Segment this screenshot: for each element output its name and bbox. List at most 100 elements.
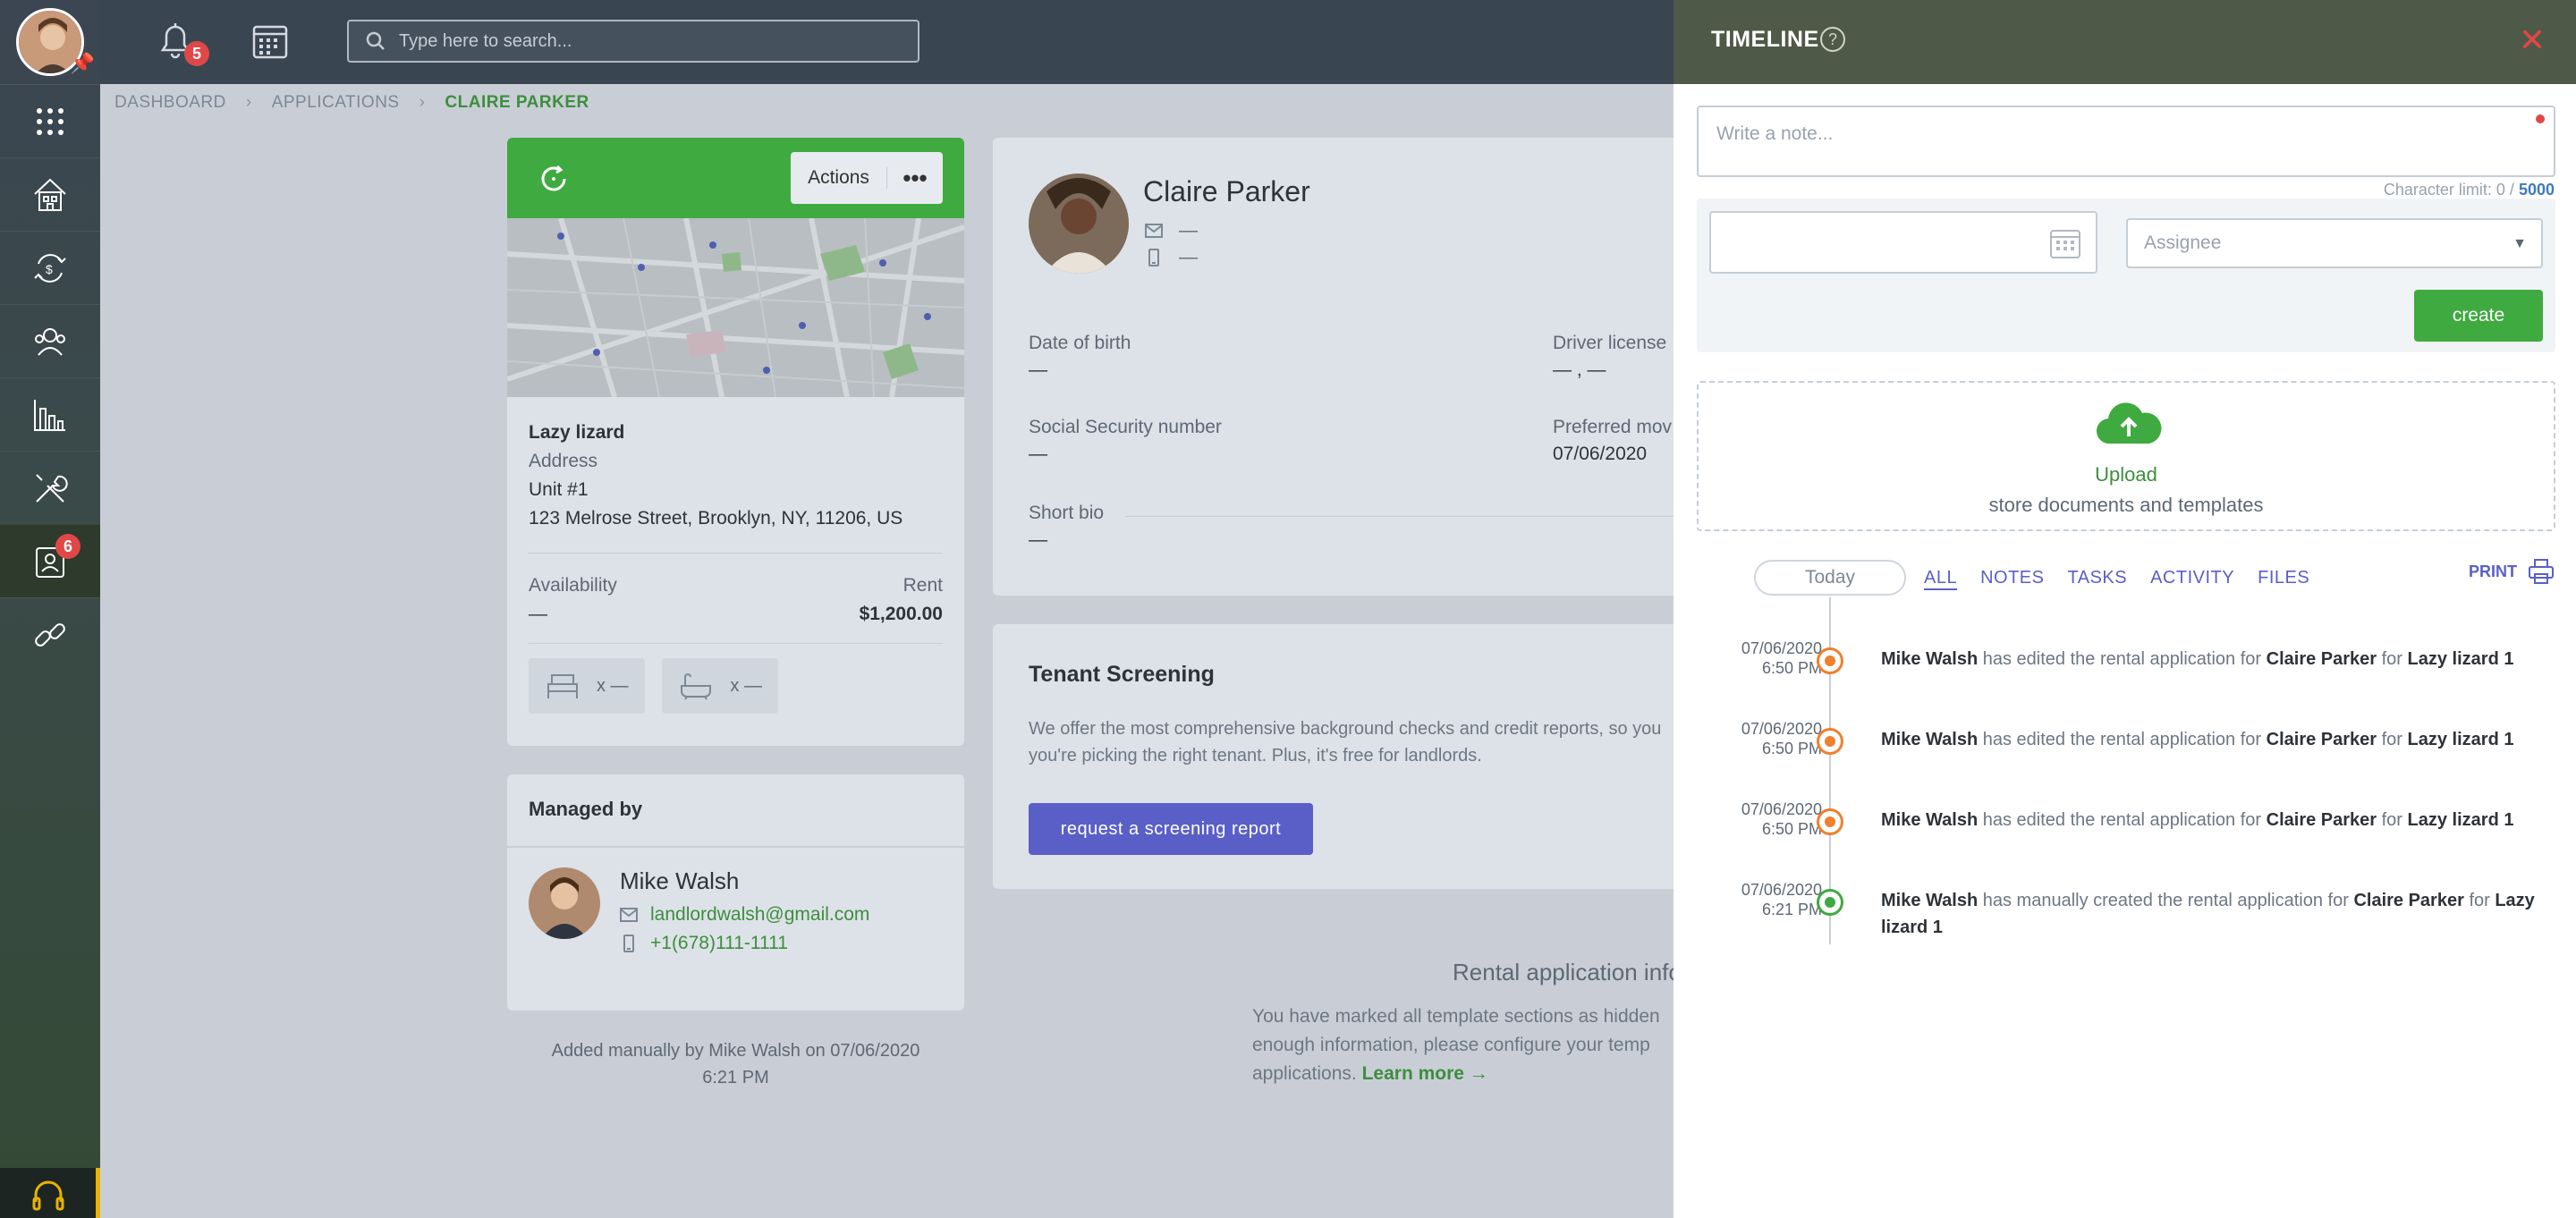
screening-title: Tenant Screening: [1029, 662, 1215, 687]
chevron-right-icon: ›: [245, 93, 252, 112]
entry-property: Lazy lizard 1: [2407, 730, 2514, 749]
pin-icon[interactable]: 📌: [71, 52, 95, 75]
learn-more-link[interactable]: Learn more →: [1362, 1063, 1488, 1084]
screening-desc-line1: We offer the most comprehensive backgrou…: [1029, 719, 1662, 739]
manager-email-text[interactable]: landlordwalsh@gmail.com: [650, 901, 869, 929]
note-input[interactable]: Write a note...: [1697, 106, 2555, 177]
entry-actor: Mike Walsh: [1881, 891, 1979, 910]
dob-label: Date of birth: [1029, 333, 1131, 353]
managed-by-title: Managed by: [507, 774, 964, 848]
beds-value: x —: [597, 676, 629, 696]
calendar-icon[interactable]: [2049, 227, 2081, 259]
breadcrumb: DASHBOARD › APPLICATIONS › CLAIRE PARKER: [114, 93, 589, 113]
filter-files[interactable]: FILES: [2258, 568, 2309, 588]
property-map[interactable]: [507, 218, 964, 397]
actions-button[interactable]: Actions: [791, 167, 887, 189]
manager-phone[interactable]: +1(678)111-1111: [620, 929, 869, 958]
breadcrumb-dashboard[interactable]: DASHBOARD: [114, 93, 226, 113]
search-input[interactable]: Type here to search...: [347, 20, 919, 63]
print-button[interactable]: PRINT: [2469, 558, 2555, 585]
link-icon: [35, 622, 65, 647]
grid-icon: [37, 107, 64, 135]
property-card-header: Actions •••: [507, 138, 964, 218]
entry-text: Mike Walsh has edited the rental applica…: [1881, 807, 2561, 833]
filter-all[interactable]: ALL: [1924, 568, 1957, 588]
assignee-select[interactable]: Assignee ▼: [2126, 218, 2543, 268]
entry-text: Mike Walsh has edited the rental applica…: [1881, 726, 2561, 753]
filter-notes[interactable]: NOTES: [1980, 568, 2044, 588]
screening-card: Tenant Screening We offer the most compr…: [993, 624, 1726, 889]
entry-datetime: 07/06/2020 6:21 PM: [1700, 880, 1822, 919]
entry-for: for: [2469, 891, 2490, 910]
user-avatar-area[interactable]: 📌: [0, 0, 100, 84]
entry-date: 07/06/2020: [1741, 881, 1822, 899]
actions-menu[interactable]: Actions •••: [791, 152, 943, 204]
more-icon[interactable]: •••: [887, 165, 943, 192]
calendar-icon[interactable]: [250, 21, 290, 65]
support-button[interactable]: [0, 1168, 100, 1218]
sidebar-item-maintenance[interactable]: [0, 451, 100, 524]
notification-badge: 5: [184, 41, 209, 66]
entry-date: 07/06/2020: [1741, 800, 1822, 818]
license-value: — , —: [1553, 359, 1606, 380]
entry-action: has edited the rental application for: [1982, 810, 2262, 830]
bio-label: Short bio: [1029, 503, 1105, 523]
chevron-down-icon: ▼: [2512, 236, 2527, 251]
sidebar-item-accounting[interactable]: $: [0, 231, 100, 304]
chevron-right-icon: ›: [419, 93, 426, 112]
sidebar-item-properties[interactable]: [0, 157, 100, 231]
timeline-panel: TIMELINE ? ✕ Write a note... Character l…: [1674, 0, 2576, 1218]
added-note-line1: Added manually by Mike Walsh on 07/06/20…: [551, 1041, 920, 1061]
bar-chart-icon: [34, 399, 65, 431]
manager-name: Mike Walsh: [620, 867, 740, 894]
divider: [529, 553, 943, 554]
bio-value: —: [1029, 529, 1047, 550]
mail-icon: [1145, 224, 1163, 238]
sidebar-item-applications[interactable]: 6: [0, 524, 100, 597]
cloud-upload-icon: [2096, 402, 2162, 444]
breadcrumb-applications[interactable]: APPLICATIONS: [272, 93, 400, 113]
upload-subtitle: store documents and templates: [1988, 494, 2264, 516]
entry-date: 07/06/2020: [1741, 639, 1822, 657]
entry-target: Claire Parker: [2353, 891, 2464, 910]
upload-title: Upload: [2095, 463, 2157, 486]
entry-action: has edited the rental application for: [1982, 730, 2262, 749]
refresh-icon[interactable]: [538, 163, 570, 195]
rent-label: Rent: [902, 575, 943, 596]
request-screening-button[interactable]: request a screening report: [1029, 803, 1313, 855]
entry-time: 6:50 PM: [1761, 659, 1822, 677]
close-icon[interactable]: ✕: [2519, 21, 2546, 59]
baths-chip: x —: [662, 658, 778, 714]
entry-property: Lazy lizard 1: [2407, 649, 2514, 669]
sidebar-item-integrations[interactable]: [0, 597, 100, 671]
print-label[interactable]: PRINT: [2469, 562, 2517, 581]
note-placeholder: Write a note...: [1716, 123, 1834, 144]
today-button[interactable]: Today: [1754, 560, 1906, 596]
filter-activity[interactable]: ACTIVITY: [2150, 568, 2234, 588]
due-date-input[interactable]: [1709, 211, 2097, 274]
manager-phone-text[interactable]: +1(678)111-1111: [650, 929, 788, 958]
sidebar-item-people[interactable]: [0, 304, 100, 377]
upload-dropzone[interactable]: Upload store documents and templates: [1697, 381, 2555, 531]
filter-tasks[interactable]: TASKS: [2068, 568, 2128, 588]
task-form: Assignee ▼ create: [1697, 199, 2555, 352]
entry-time: 6:50 PM: [1761, 740, 1822, 757]
manager-email[interactable]: landlordwalsh@gmail.com: [620, 901, 869, 929]
mail-icon: [620, 908, 638, 922]
help-icon[interactable]: ?: [1820, 27, 1845, 52]
added-note-line2: 6:21 PM: [702, 1068, 769, 1087]
property-name[interactable]: Lazy lizard: [529, 419, 943, 447]
property-details: Lazy lizard Address Unit #1 123 Melrose …: [507, 397, 964, 714]
activity-dot-icon: [1817, 647, 1843, 674]
ssn-label: Social Security number: [1029, 417, 1222, 437]
required-dot: [2536, 114, 2545, 123]
sidebar-item-reports[interactable]: [0, 377, 100, 451]
phone-icon: [1148, 249, 1159, 266]
sidebar: 📌 $ 6: [0, 0, 100, 1218]
availability-value: —: [529, 604, 547, 624]
entry-datetime: 07/06/2020 6:50 PM: [1700, 639, 1822, 678]
applicant-email: —: [1145, 220, 1198, 241]
sidebar-item-apps[interactable]: [0, 84, 100, 157]
unit: Unit #1: [529, 479, 589, 500]
create-button[interactable]: create: [2414, 290, 2543, 342]
